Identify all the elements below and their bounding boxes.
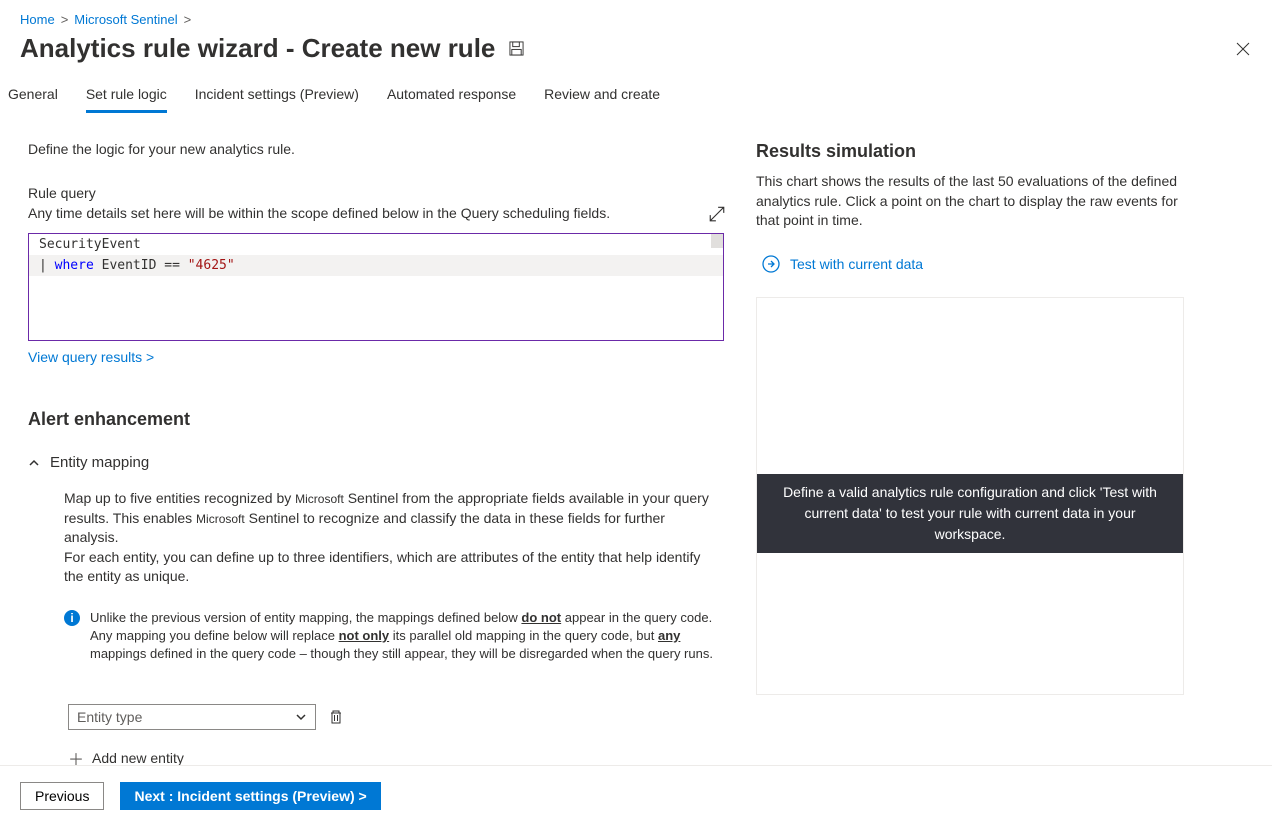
save-icon[interactable] [509,41,524,56]
tab-general[interactable]: General [8,76,58,113]
intro-text: Define the logic for your new analytics … [28,141,728,157]
tab-strip: General Set rule logic Incident settings… [0,76,1272,113]
breadcrumb: Home > Microsoft Sentinel > [0,0,1272,33]
entity-mapping-description: Map up to five entities recognized by Mi… [64,489,714,587]
results-chart-container: Define a valid analytics rule configurat… [756,297,1184,695]
query-text: SecurityEvent [39,237,141,252]
query-keyword: where [55,258,94,273]
tab-incident-settings[interactable]: Incident settings (Preview) [195,76,359,113]
test-with-current-data-button[interactable]: Test with current data [762,255,1180,273]
arrow-right-circle-icon [762,255,780,273]
entity-mapping-toggle[interactable]: Entity mapping [28,454,728,471]
entity-type-placeholder: Entity type [77,709,142,725]
results-simulation-desc: This chart shows the results of the last… [756,172,1180,231]
chevron-up-icon [28,457,40,469]
entity-type-select[interactable]: Entity type [68,704,316,730]
breadcrumb-sep: > [61,12,69,27]
breadcrumb-home[interactable]: Home [20,12,55,27]
tab-review-create[interactable]: Review and create [544,76,660,113]
add-new-entity-label: Add new entity [92,750,184,766]
previous-button[interactable]: Previous [20,782,104,810]
query-editor[interactable]: SecurityEvent | where EventID == "4625" [28,233,724,341]
query-string: "4625" [188,258,235,273]
view-query-results-link[interactable]: View query results > [28,349,154,365]
tab-set-rule-logic[interactable]: Set rule logic [86,76,167,113]
tab-automated-response[interactable]: Automated response [387,76,516,113]
query-text: | [39,258,55,273]
minimap [711,234,723,248]
expand-icon[interactable] [708,205,726,223]
breadcrumb-sep: > [184,12,192,27]
trash-icon[interactable] [328,709,344,725]
rule-query-label: Rule query [28,185,728,201]
info-icon: i [64,610,80,626]
info-block: i Unlike the previous version of entity … [64,609,714,664]
results-chart-banner: Define a valid analytics rule configurat… [757,474,1183,553]
svg-text:i: i [70,611,73,625]
chevron-down-icon [295,711,307,723]
close-icon[interactable] [1232,38,1254,60]
breadcrumb-sentinel[interactable]: Microsoft Sentinel [74,12,177,27]
results-simulation-heading: Results simulation [756,141,1180,162]
next-button[interactable]: Next : Incident settings (Preview) > [120,782,380,810]
page-title: Analytics rule wizard - Create new rule [20,33,495,64]
alert-enhancement-heading: Alert enhancement [28,409,728,430]
entity-mapping-label: Entity mapping [50,454,149,471]
rule-query-desc: Any time details set here will be within… [28,205,728,221]
test-label: Test with current data [790,256,923,272]
query-text: EventID == [94,258,188,273]
